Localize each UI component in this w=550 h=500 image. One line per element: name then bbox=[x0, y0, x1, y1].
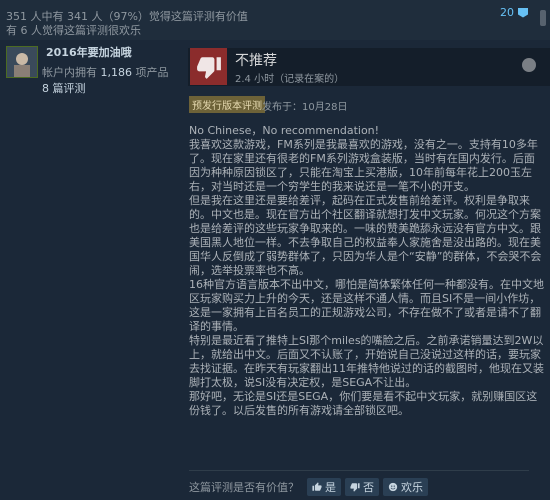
avatar[interactable] bbox=[6, 46, 38, 78]
author-products[interactable]: 帐户内拥有 1,186 项产品 bbox=[42, 64, 169, 80]
review-paragraph: 但是我在这里还是要给差评，起码在正式发售前给差评。权利是争取来的。中文也是。现在… bbox=[189, 194, 542, 277]
divider bbox=[189, 470, 529, 471]
vote-no-button[interactable]: 否 bbox=[345, 478, 379, 496]
review-paragraph: 我喜欢这款游戏，FM系列是我最喜欢的游戏，没有之一。支持有10多年了。现在家里还… bbox=[189, 138, 538, 193]
award-count: 20 bbox=[500, 6, 514, 19]
thumbs-down-icon bbox=[190, 48, 227, 85]
posted-date: 发布于：10月28日 bbox=[262, 102, 348, 113]
review-paragraph: No Chinese，No recommendation! bbox=[189, 124, 380, 137]
helpful-summary-bar: 351 人中有 341 人（97%）觉得这篇评测有价值 有 6 人觉得这篇评测很… bbox=[0, 0, 550, 40]
vote-no-label: 否 bbox=[363, 481, 374, 494]
author-reviews-count[interactable]: 8 篇评测 bbox=[42, 80, 86, 96]
vote-funny-label: 欢乐 bbox=[401, 481, 423, 494]
smiley-icon bbox=[388, 482, 398, 492]
vote-bar: 这篇评测是否有价值？ 是 否 欢乐 bbox=[189, 478, 428, 496]
review-paragraph: 那好吧，无论是SI还是SEGA，你们要是看不起中文玩家，就别赚国区这份钱了。以后… bbox=[189, 390, 538, 417]
thumbs-down-small-icon bbox=[350, 483, 360, 492]
funny-count-text: 有 6 人觉得这篇评测很欢乐 bbox=[6, 24, 141, 37]
scrollbar[interactable] bbox=[540, 10, 546, 26]
thumbs-up-icon bbox=[312, 482, 322, 491]
early-access-badge: 预发行版本评测 bbox=[189, 96, 265, 113]
award-icon bbox=[518, 7, 528, 18]
avatar-image bbox=[7, 47, 37, 77]
author-username[interactable]: 2016年要加油哦 bbox=[46, 44, 132, 60]
review-paragraph: 特别是最近看了推特上SI那个miles的嘴脸之后。之前承诺销量达到2W以上，就给… bbox=[189, 334, 544, 389]
products-count: 1,186 bbox=[100, 66, 133, 79]
review-hours: 2.4 小时（记录在案的） bbox=[235, 74, 345, 85]
helpful-question: 这篇评测是否有价值？ bbox=[189, 481, 299, 494]
vote-funny-button[interactable]: 欢乐 bbox=[383, 478, 428, 496]
products-prefix: 帐户内拥有 bbox=[42, 66, 97, 79]
review-verdict: 不推荐 bbox=[235, 53, 277, 69]
steam-icon bbox=[522, 58, 536, 72]
vote-yes-label: 是 bbox=[325, 481, 336, 494]
products-suffix: 项产品 bbox=[135, 66, 169, 79]
review-body: No Chinese，No recommendation! 我喜欢这款游戏，FM… bbox=[189, 124, 544, 418]
award-button[interactable]: 20 bbox=[500, 6, 528, 19]
vote-yes-button[interactable]: 是 bbox=[307, 478, 341, 496]
review-paragraph: 16种官方语言版本不出中文，哪怕是简体繁体任何一种都没有。在中文地区玩家购买力上… bbox=[189, 278, 544, 333]
